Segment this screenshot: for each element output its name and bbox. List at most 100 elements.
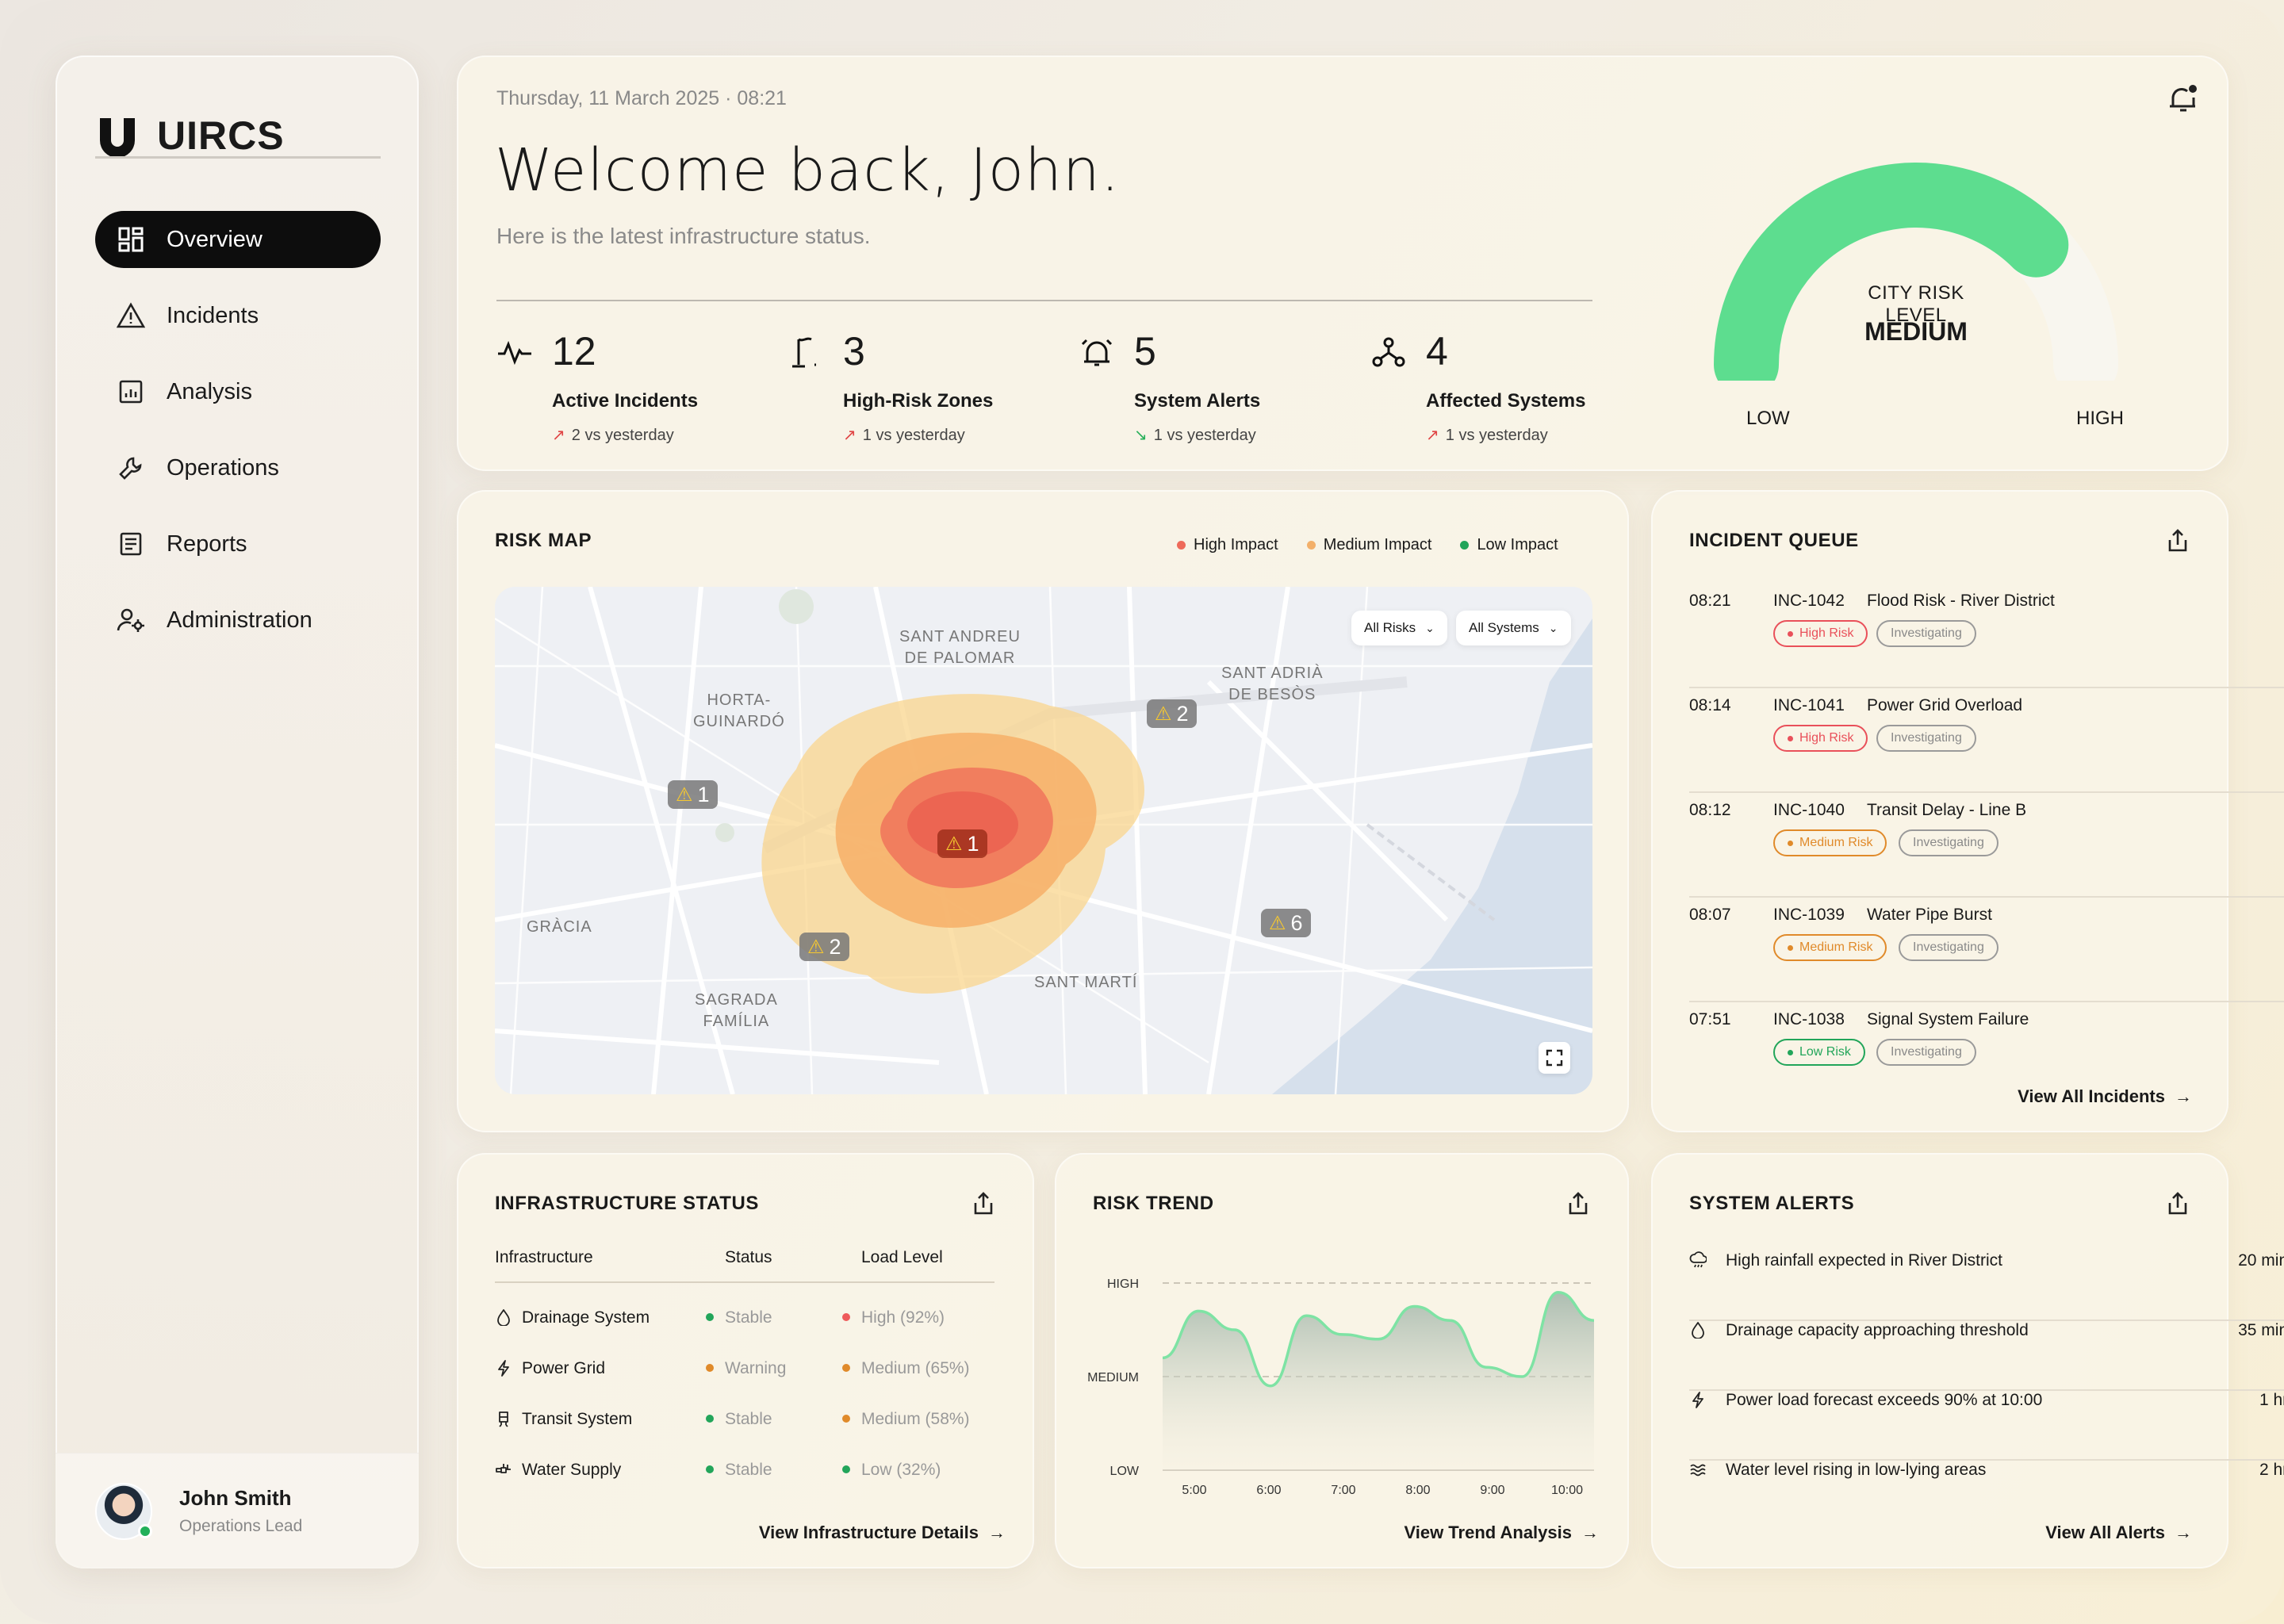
trend-down-icon: ↘ <box>1134 427 1148 444</box>
trend-up-icon: ↗ <box>1426 427 1439 444</box>
share-icon[interactable] <box>971 1191 996 1216</box>
x-tick-label: 10:00 <box>1551 1484 1583 1497</box>
warning-icon: ⚠ <box>1155 703 1172 725</box>
view-all-incidents-link[interactable]: View All Incidents → <box>2018 1086 2192 1107</box>
filter-systems-dropdown[interactable]: All Systems ⌄ <box>1456 611 1571 645</box>
status-badge: Investigating <box>1876 1039 1976 1066</box>
x-tick-label: 6:00 <box>1256 1484 1281 1497</box>
alert-time: 20 min ago <box>2238 1251 2284 1270</box>
incident-marker[interactable]: ⚠ 2 <box>799 933 849 961</box>
risk-trend-chart: LOW MEDIUM HIGH 5:00 6:00 7:00 8:00 9:00 10:00 <box>1087 1277 1595 1497</box>
incident-id: INC-1038 <box>1773 1010 1845 1028</box>
table-row[interactable]: Water Supply Stable Low (32%) <box>495 1461 994 1511</box>
incident-title: Water Pipe Burst <box>1867 906 1992 924</box>
incident-title: Power Grid Overload <box>1867 696 2023 714</box>
risk-badge: Medium Risk <box>1773 829 1887 856</box>
user-profile[interactable]: John Smith Operations Lead <box>56 1453 419 1568</box>
area-label: SANT ADRIÀ DE BESÒS <box>1221 665 1324 703</box>
map-base <box>495 587 1592 1094</box>
risk-badge: Low Risk <box>1773 1039 1865 1066</box>
view-trend-link[interactable]: View Trend Analysis → <box>1404 1522 1599 1543</box>
stat-delta: ↗ 1 vs yesterday <box>843 427 965 444</box>
nav-label: Overview <box>167 226 263 252</box>
risk-map[interactable]: SANT ANDREU DE PALOMAR SANT ADRIÀ DE BESÒS… <box>495 587 1592 1094</box>
filter-risks-dropdown[interactable]: All Risks ⌄ <box>1351 611 1447 645</box>
table-row[interactable]: Power Grid Warning Medium (65%) <box>495 1359 994 1410</box>
column-header: Status <box>725 1248 772 1266</box>
incident-id: INC-1042 <box>1773 592 1845 610</box>
incident-row[interactable]: 08:21 INC-1042 Flood Risk - River Distri… <box>1689 584 2284 688</box>
warning-icon: ⚠ <box>807 936 825 958</box>
y-tick-label: HIGH <box>1107 1277 1139 1291</box>
network-icon <box>1372 337 1405 367</box>
fullscreen-button[interactable] <box>1539 1042 1570 1074</box>
avatar <box>95 1482 152 1540</box>
stat-value: 12 <box>552 329 596 373</box>
infrastructure-name: Power Grid <box>522 1359 606 1377</box>
incident-marker[interactable]: ⚠ 2 <box>1147 699 1197 728</box>
warning-icon: ⚠ <box>945 833 963 855</box>
status-badge: Investigating <box>1876 620 1976 647</box>
table-row[interactable]: Drainage System Stable High (92%) <box>495 1308 994 1359</box>
gauge-high-label: HIGH <box>2076 408 2124 429</box>
load-value: High (92%) <box>861 1308 945 1327</box>
logo-divider <box>95 156 381 159</box>
nav-item-reports[interactable]: Reports <box>95 515 381 573</box>
stat-label: Affected Systems <box>1426 390 1586 412</box>
online-status-dot <box>138 1523 152 1538</box>
nav-item-operations[interactable]: Operations <box>95 439 381 496</box>
view-infrastructure-link[interactable]: View Infrastructure Details → <box>759 1522 1006 1543</box>
incident-marker[interactable]: ⚠ 6 <box>1261 909 1311 937</box>
legend-dot-low <box>1460 541 1470 550</box>
status-badge: Investigating <box>1899 829 1998 856</box>
x-tick-label: 8:00 <box>1405 1484 1430 1497</box>
alert-text: High rainfall expected in River District <box>1726 1251 2002 1270</box>
user-role: Operations Lead <box>179 1517 303 1535</box>
stat-delta: ↘ 1 vs yesterday <box>1134 427 1256 444</box>
grid-icon <box>116 224 146 255</box>
nav-item-analysis[interactable]: Analysis <box>95 363 381 420</box>
notification-bell-icon[interactable] <box>2165 81 2202 117</box>
incident-row[interactable]: 08:07 INC-1039 Water Pipe Burst Medium R… <box>1689 898 2284 1002</box>
current-date: Thursday, 11 March 2025 · 08:21 <box>496 87 787 109</box>
chevron-down-icon: ⌄ <box>1425 621 1435 634</box>
incident-time: 08:21 <box>1689 592 1731 610</box>
trend-up-icon: ↗ <box>843 427 856 444</box>
share-icon[interactable] <box>2165 1191 2190 1216</box>
nav-item-incidents[interactable]: Incidents <box>95 287 381 344</box>
incident-row[interactable]: 08:14 INC-1041 Power Grid Overload High … <box>1689 688 2284 793</box>
chevron-down-icon: ⌄ <box>1548 621 1558 634</box>
risk-badge: Medium Risk <box>1773 934 1887 961</box>
infrastructure-name: Transit System <box>522 1410 633 1428</box>
alert-item[interactable]: High rainfall expected in River District… <box>1689 1251 2284 1321</box>
stat-value: 4 <box>1426 329 1448 373</box>
incident-time: 08:07 <box>1689 906 1731 924</box>
risk-badge: High Risk <box>1773 725 1868 752</box>
logo[interactable]: UIRCS <box>97 86 285 186</box>
warning-icon <box>116 301 146 331</box>
alert-item[interactable]: Water level rising in low-lying areas 2 … <box>1689 1461 2284 1530</box>
table-row[interactable]: Transit System Stable Medium (58%) <box>495 1410 994 1461</box>
nav-item-overview[interactable]: Overview <box>95 211 381 268</box>
view-all-alerts-link[interactable]: View All Alerts → <box>2045 1522 2192 1543</box>
incident-marker[interactable]: ⚠ 1 <box>937 829 987 858</box>
logo-mark-icon <box>100 118 135 156</box>
system-alerts-card: SYSTEM ALERTS High rainfall expected in … <box>1651 1153 2284 1568</box>
document-icon <box>116 529 146 559</box>
alert-item[interactable]: Drainage capacity approaching threshold … <box>1689 1321 2284 1391</box>
alert-item[interactable]: Power load forecast exceeds 90% at 10:00… <box>1689 1391 2284 1461</box>
risk-dot <box>1788 630 1793 637</box>
incident-marker[interactable]: ⚠ 1 <box>668 780 718 809</box>
incident-row[interactable]: 08:12 INC-1040 Transit Delay - Line B Me… <box>1689 793 2284 898</box>
area-label: HORTA- GUINARDÓ <box>693 691 785 730</box>
nav-item-administration[interactable]: Administration <box>95 592 381 649</box>
share-icon[interactable] <box>2165 528 2190 553</box>
risk-map-card: RISK MAP High Impact Medium Impact Low I… <box>457 490 1629 1132</box>
arrow-right-icon: → <box>1581 1522 1599 1542</box>
share-icon[interactable] <box>1565 1191 1591 1216</box>
pulse-icon <box>498 340 531 366</box>
incident-row[interactable]: 07:51 INC-1038 Signal System Failure Low… <box>1689 1002 2284 1107</box>
legend-dot-medium <box>1306 541 1316 550</box>
load-value: Medium (58%) <box>861 1410 970 1428</box>
status-dot <box>706 1313 714 1321</box>
